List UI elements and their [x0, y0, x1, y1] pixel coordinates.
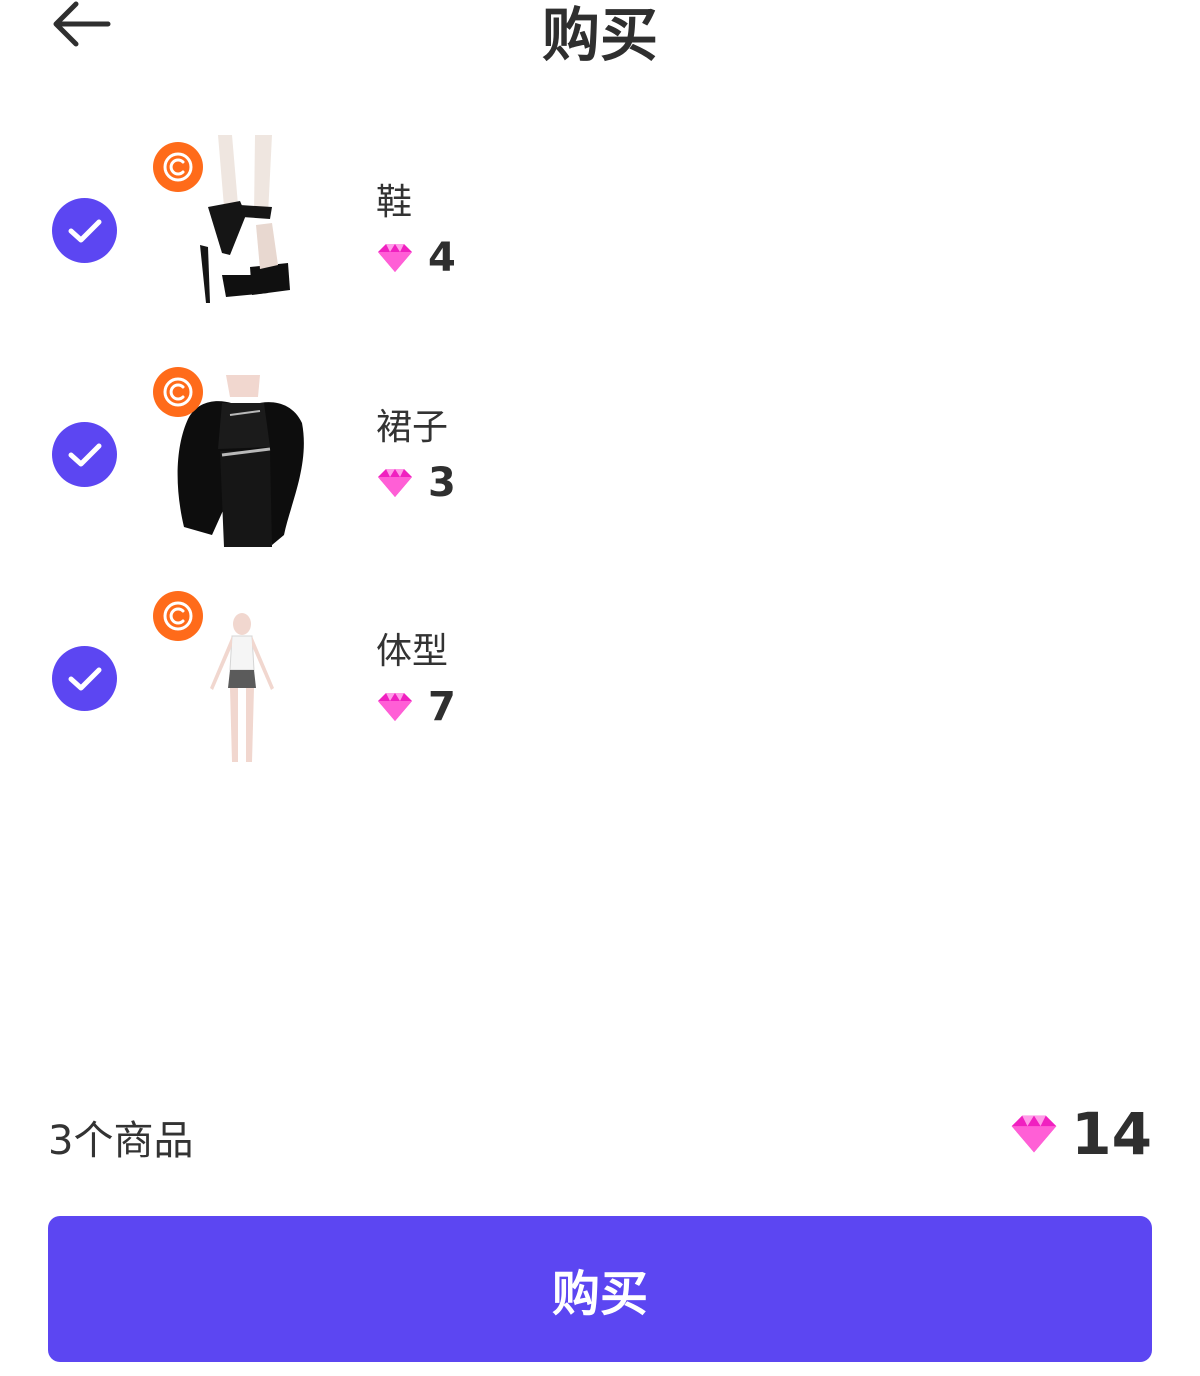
gem-icon: [1011, 1115, 1057, 1153]
item-price: 7: [376, 684, 456, 730]
checkmark-icon: [68, 219, 101, 242]
buy-button[interactable]: 购买: [48, 1216, 1152, 1362]
list-item: 体型 7: [0, 584, 1200, 774]
copyright-badge-icon: [153, 142, 203, 192]
list-item: 鞋 4: [0, 135, 1200, 325]
header: 购买: [0, 0, 1200, 90]
list-item: 裙子 3: [0, 360, 1200, 550]
copyright-badge-icon: [153, 591, 203, 641]
copyright-badge-icon: [153, 367, 203, 417]
item-name: 裙子: [376, 407, 449, 448]
checkbox-checked[interactable]: [52, 422, 117, 487]
checkmark-icon: [68, 667, 101, 690]
checkbox-checked[interactable]: [52, 646, 117, 711]
total-price: 14: [1009, 1100, 1152, 1168]
checkmark-icon: [68, 443, 101, 466]
item-price: 4: [376, 235, 456, 281]
item-price: 3: [376, 460, 456, 506]
total-value: 14: [1071, 1100, 1152, 1168]
gem-icon: [378, 469, 412, 497]
item-count: 3个商品: [48, 1118, 194, 1164]
item-name: 鞋: [376, 182, 413, 223]
checkbox-checked[interactable]: [52, 198, 117, 263]
item-name: 体型: [376, 631, 449, 672]
gem-icon: [378, 693, 412, 721]
page-title: 购买: [541, 1, 658, 69]
gem-icon: [378, 244, 412, 272]
